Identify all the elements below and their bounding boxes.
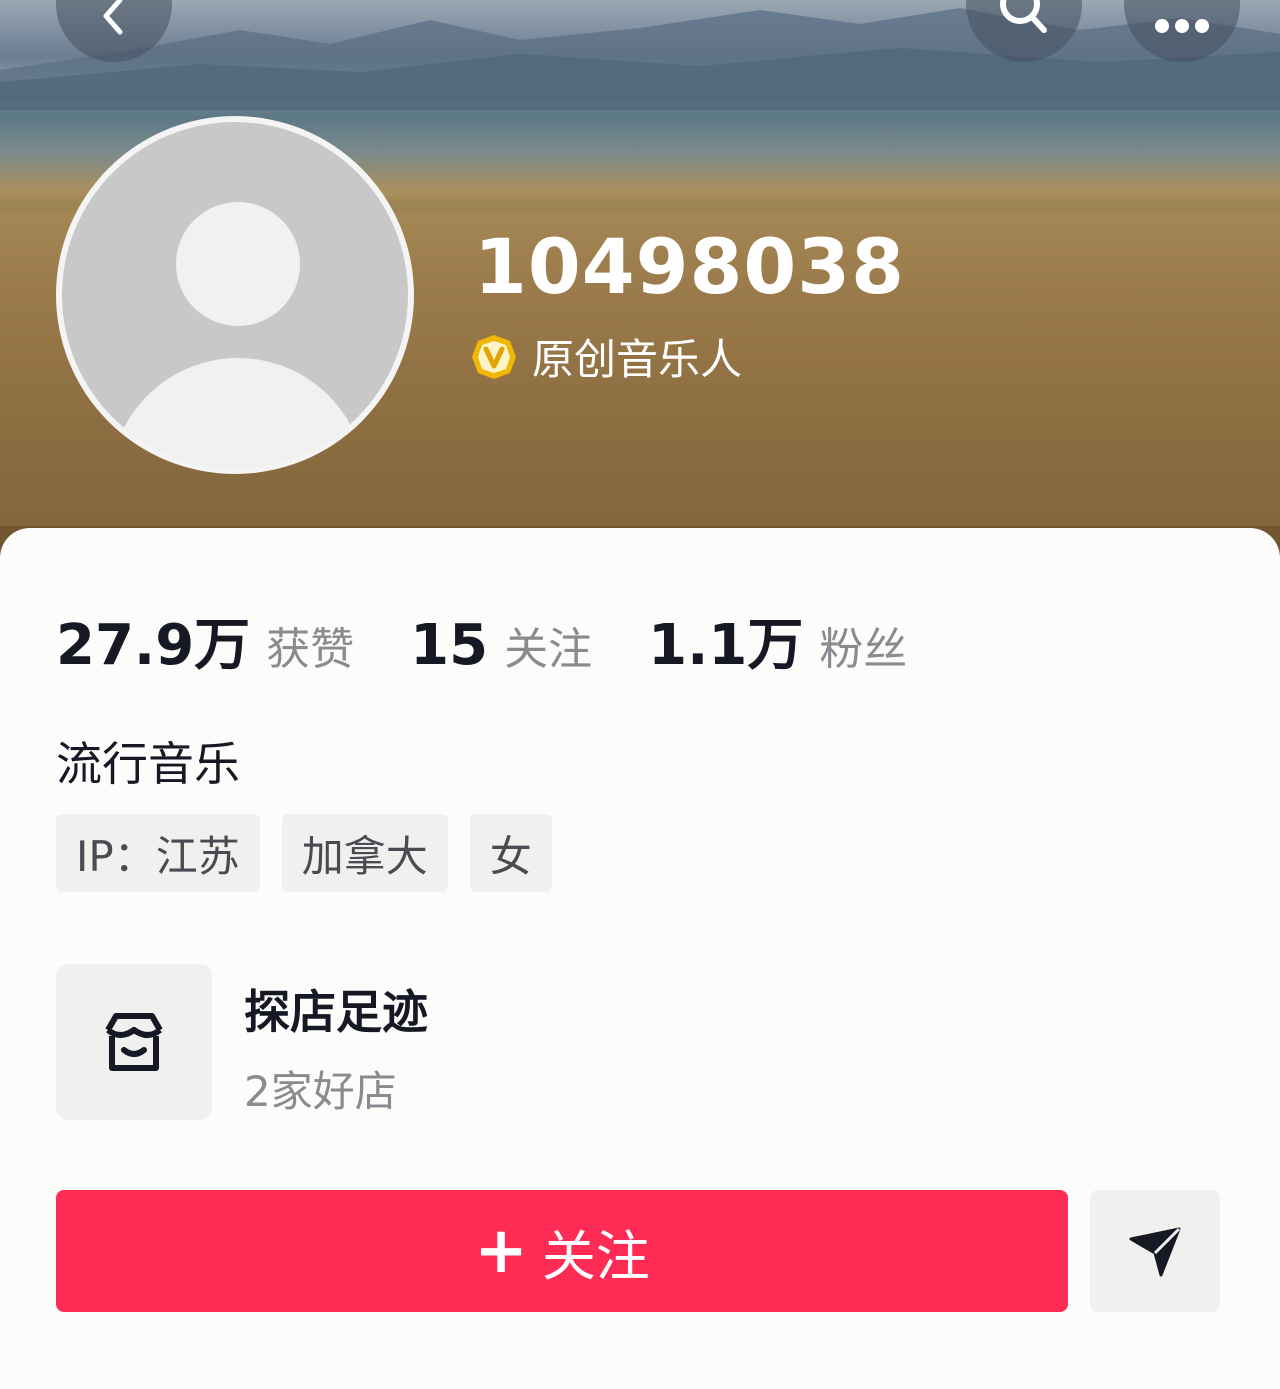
likes-count[interactable]: 27.9万 — [56, 600, 250, 681]
likes-label[interactable]: 获赞 — [266, 613, 354, 677]
shop-entry-subtitle[interactable]: 2家好店 — [244, 1058, 397, 1119]
followers-count[interactable]: 1.1万 — [648, 600, 803, 681]
store-icon — [105, 1013, 163, 1071]
search-icon — [1000, 0, 1047, 33]
profile-nickname: 10498038 — [474, 222, 906, 311]
send-arrow-icon — [1129, 1227, 1181, 1277]
avatar[interactable] — [56, 116, 414, 474]
avatar-body-shape — [110, 358, 366, 468]
follow-button-label: 关注 — [541, 1224, 650, 1288]
verified-label: 原创音乐人 — [532, 335, 743, 384]
shop-entry-icon-box[interactable] — [56, 964, 212, 1120]
gender-tag: 女 — [469, 814, 552, 892]
stats-row: 27.9万 获赞 15 关注 1.1万 粉丝 — [56, 600, 963, 681]
share-button[interactable] — [1090, 1190, 1220, 1312]
verified-badge-row: 原创音乐人 — [470, 326, 742, 387]
follow-button[interactable]: + 关注 — [56, 1190, 1068, 1312]
chevron-left-icon — [103, 0, 123, 35]
default-avatar-icon — [62, 122, 408, 468]
shop-entry-title[interactable]: 探店足迹 — [244, 976, 428, 1042]
ip-location-tag: IP：江苏 — [56, 814, 260, 892]
verified-v-badge-icon — [472, 334, 516, 379]
following-count[interactable]: 15 — [410, 613, 488, 678]
followers-label[interactable]: 粉丝 — [819, 613, 907, 677]
country-tag: 加拿大 — [281, 814, 448, 892]
plus-icon: + — [474, 1214, 528, 1288]
more-dots-icon — [1155, 19, 1209, 33]
profile-tags: IP：江苏 加拿大 女 — [56, 814, 552, 892]
following-label[interactable]: 关注 — [504, 613, 592, 677]
avatar-head-shape — [176, 202, 300, 326]
profile-bio: 流行音乐 — [56, 737, 240, 791]
